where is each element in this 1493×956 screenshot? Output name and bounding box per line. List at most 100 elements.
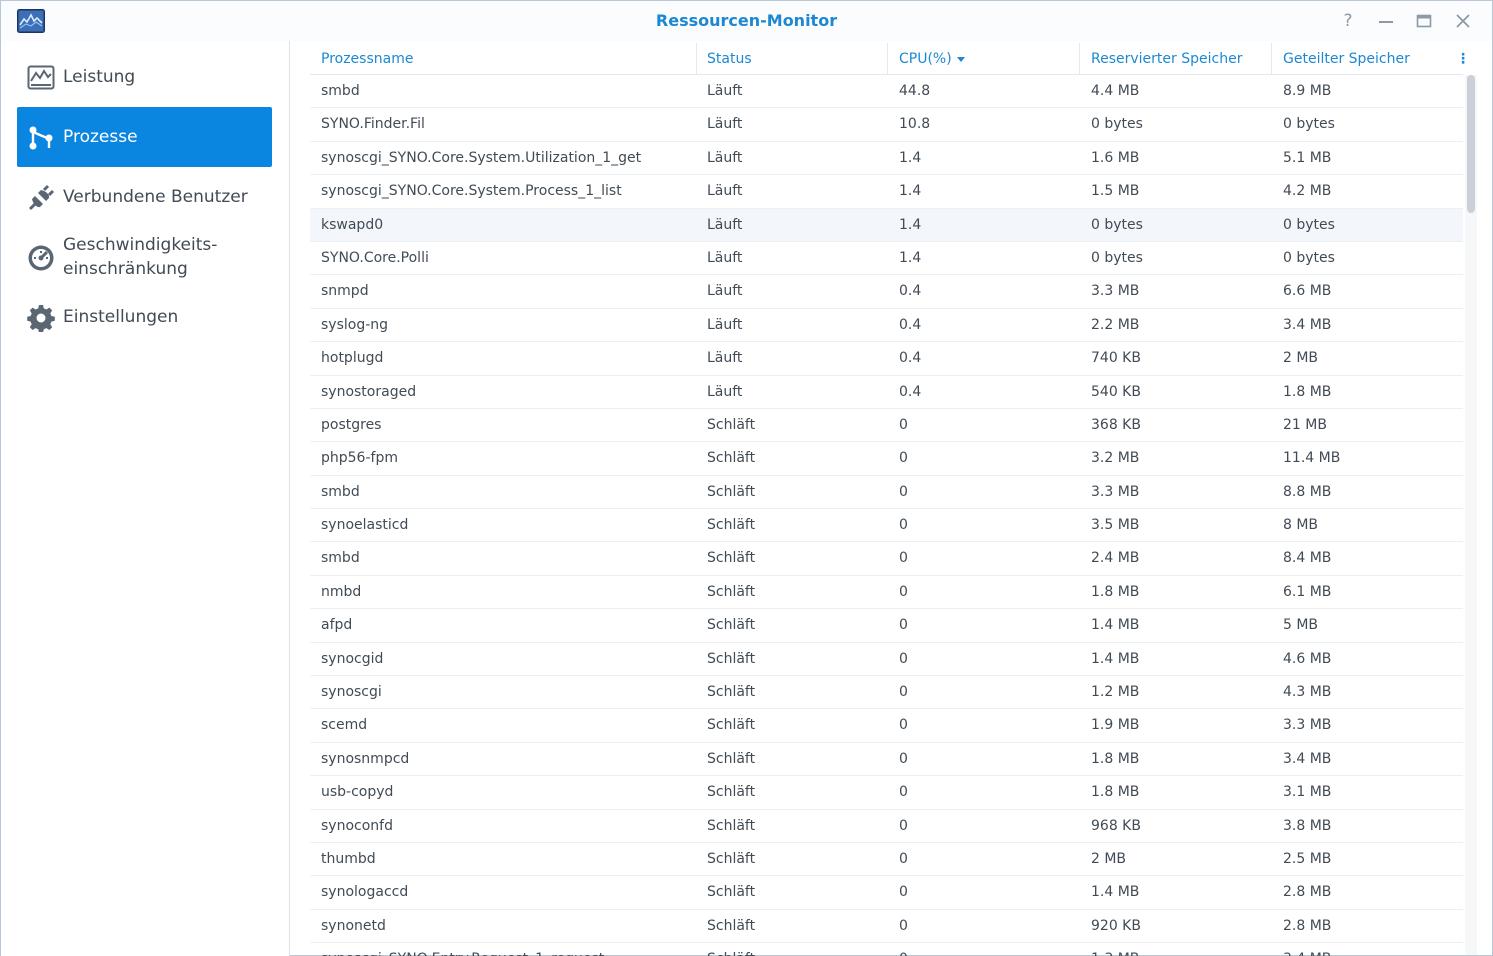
cell-status: Läuft: [707, 149, 743, 166]
cell-cpu: 44.8: [899, 83, 931, 99]
table-row[interactable]: syslog-ng Läuft 0.4 2.2 MB 3.4 MB: [310, 309, 1463, 343]
table-row[interactable]: synoscgi Schläft 0 1.2 MB 4.3 MB: [310, 676, 1463, 710]
cell-process-name: synoscgi_SYNO.Entry.Request_1_request: [310, 943, 697, 956]
cell-process-name: synosnmpcd: [321, 750, 410, 767]
cell-cpu: 0: [899, 450, 908, 467]
table-row[interactable]: synoscgi_SYNO.Core.System.Process_1_list…: [310, 175, 1463, 209]
table-row[interactable]: synoelasticd Schläft 0 3.5 MB 8 MB: [310, 509, 1463, 543]
cell-reserved-memory: 1.4 MB: [1091, 617, 1140, 634]
sidebar-item-geschwindigkeitseinschraenkung[interactable]: Geschwindigkeits- einschränkung: [17, 227, 272, 287]
table-header: Prozessname Status CPU(%) Reservierter S…: [310, 43, 1470, 75]
cell-shared-memory: 6.1 MB: [1283, 583, 1332, 600]
sidebar-item-leistung[interactable]: Leistung: [17, 47, 272, 107]
cell-cpu: 0: [899, 583, 908, 600]
cell-shared-memory: 5.1 MB: [1283, 149, 1332, 166]
table-row[interactable]: synoscgi_SYNO.Entry.Request_1_requestSch…: [310, 943, 1463, 956]
cell-reserved-memory: 2.4 MB: [1091, 550, 1140, 567]
cell-status: Schläft: [707, 917, 756, 934]
cell-reserved-memory: 1.8 MB: [1091, 750, 1140, 767]
cell-shared-memory: 8.8 MB: [1283, 483, 1332, 500]
cell-reserved-memory: 1.8 MB: [1091, 784, 1140, 801]
table-row[interactable]: nmbd Schläft 0 1.8 MB 6.1 MB: [310, 576, 1463, 610]
table-row[interactable]: synoscgi_SYNO.Core.System.Utilization_1_…: [310, 142, 1463, 176]
table-row[interactable]: php56-fpm Schläft 0 3.2 MB 11.4 MB: [310, 442, 1463, 476]
cell-reserved-memory: 3.2 MB: [1091, 450, 1140, 467]
column-header-prozessname[interactable]: Prozessname: [310, 43, 697, 75]
sidebar-item-label: Verbundene Benutzer: [63, 187, 248, 207]
help-icon[interactable]: ?: [1338, 11, 1358, 31]
cell-cpu: 0.4: [899, 350, 922, 367]
table-row[interactable]: synologaccd Schläft 0 1.4 MB 2.8 MB: [310, 876, 1463, 910]
table-row[interactable]: smbd Schläft 0 3.3 MB 8.8 MB: [310, 476, 1463, 510]
table-row[interactable]: SYNO.Finder.Fil Läuft 10.8 0 bytes 0 bytes: [310, 108, 1463, 142]
table-row[interactable]: scemd Schläft 0 1.9 MB 3.3 MB: [310, 709, 1463, 743]
minimize-icon[interactable]: [1376, 11, 1396, 31]
cell-status: Schläft: [707, 450, 756, 467]
speedometer-icon: [28, 245, 54, 271]
table-row[interactable]: smbd Läuft 44.8 4.4 MB 8.9 MB: [310, 75, 1463, 109]
table-row[interactable]: synocgid Schläft 0 1.4 MB 4.6 MB: [310, 643, 1463, 677]
cell-status: Schläft: [696, 943, 888, 956]
table-row[interactable]: postgres Schläft 0 368 KB 21 MB: [310, 409, 1463, 443]
table-row[interactable]: SYNO.Core.Polli Läuft 1.4 0 bytes 0 bytes: [310, 242, 1463, 276]
cell-process-name: synocgid: [321, 650, 384, 667]
column-menu-icon[interactable]: ⋮: [1456, 43, 1470, 75]
column-header-geteilter-speicher[interactable]: Geteilter Speicher: [1272, 43, 1456, 75]
column-header-cpu-label: CPU(%): [899, 51, 952, 67]
table-row[interactable]: thumbd Schläft 0 2 MB 2.5 MB: [310, 843, 1463, 877]
table-row[interactable]: kswapd0 Läuft 1.4 0 bytes 0 bytes: [310, 208, 1463, 242]
sidebar-item-einstellungen[interactable]: Einstellungen: [17, 287, 272, 347]
cell-process-name: hotplugd: [321, 350, 384, 367]
cell-reserved-memory: 1.5 MB: [1091, 183, 1140, 200]
cell-status: Läuft: [707, 116, 743, 133]
table-row[interactable]: afpd Schläft 0 1.4 MB 5 MB: [310, 609, 1463, 643]
cell-status: Schläft: [707, 850, 756, 867]
cell-process-name: synostoraged: [321, 383, 417, 400]
cell-status: Schläft: [707, 717, 756, 734]
title-bar[interactable]: Ressourcen-Monitor ?: [1, 1, 1492, 41]
scrollbar-thumb[interactable]: [1467, 75, 1475, 213]
table-row[interactable]: smbd Schläft 0 2.4 MB 8.4 MB: [310, 542, 1463, 576]
sidebar-item-verbundene-benutzer[interactable]: Verbundene Benutzer: [17, 167, 272, 227]
table-row[interactable]: snmpd Läuft 0.4 3.3 MB 6.6 MB: [310, 275, 1463, 309]
maximize-icon[interactable]: [1414, 11, 1434, 31]
column-header-cpu[interactable]: CPU(%): [888, 43, 1080, 75]
table-row[interactable]: usb-copyd Schläft 0 1.8 MB 3.1 MB: [310, 776, 1463, 810]
cell-process-name: postgres: [321, 416, 382, 433]
sidebar-item-label: Geschwindigkeits- einschränkung: [63, 233, 217, 281]
table-row[interactable]: synoconfd Schläft 0 968 KB 3.8 MB: [310, 810, 1463, 843]
cell-shared-memory: 8.4 MB: [1283, 550, 1332, 567]
cell-reserved-memory: 968 KB: [1091, 817, 1141, 834]
cell-cpu: 0.4: [899, 383, 922, 400]
cell-cpu: 0: [899, 784, 908, 801]
cell-process-name: synoscgi_SYNO.Core.System.Utilization_1_…: [321, 149, 642, 166]
cell-cpu: 1.4: [899, 149, 922, 166]
cell-status: Schläft: [707, 817, 756, 834]
close-icon[interactable]: [1453, 11, 1473, 31]
table-body: smbd Läuft 44.8 4.4 MB 8.9 MB SYNO.Finder.Fil…: [310, 75, 1463, 956]
column-header-reservierter-speicher[interactable]: Reservierter Speicher: [1080, 43, 1272, 75]
sidebar-item-label-line2: einschränkung: [63, 259, 188, 279]
plug-icon: [28, 184, 55, 211]
table-row[interactable]: synostoraged Läuft 0.4 540 KB 1.8 MB: [310, 376, 1463, 409]
cell-reserved-memory: 1.4 MB: [1091, 884, 1140, 901]
cell-reserved-memory: 1.6 MB: [1091, 149, 1140, 166]
cell-process-name: kswapd0: [321, 216, 384, 233]
cell-cpu: 0: [899, 416, 908, 433]
sidebar-item-label: Prozesse: [63, 127, 138, 147]
table-row[interactable]: synosnmpcd Schläft 0 1.8 MB 3.4 MB: [310, 743, 1463, 777]
cell-cpu: 10.8: [899, 116, 931, 133]
cell-process-name: synoscgi_SYNO.Core.System.Process_1_list: [321, 183, 622, 200]
cell-process-name: SYNO.Core.Polli: [321, 249, 429, 266]
cell-status: Schläft: [707, 517, 756, 534]
table-row[interactable]: synonetd Schläft 0 920 KB 2.8 MB: [310, 910, 1463, 944]
sidebar-item-prozesse[interactable]: Prozesse: [17, 107, 272, 167]
cell-cpu: 0.4: [899, 316, 922, 333]
cell-reserved-memory: 0 bytes: [1091, 116, 1143, 133]
cell-process-name: thumbd: [321, 850, 376, 867]
cell-reserved-memory: 4.4 MB: [1091, 83, 1140, 99]
cell-shared-memory: 2 MB: [1283, 350, 1319, 367]
cell-process-name: nmbd: [321, 583, 362, 600]
table-row[interactable]: hotplugd Läuft 0.4 740 KB 2 MB: [310, 342, 1463, 376]
column-header-status[interactable]: Status: [696, 43, 888, 75]
